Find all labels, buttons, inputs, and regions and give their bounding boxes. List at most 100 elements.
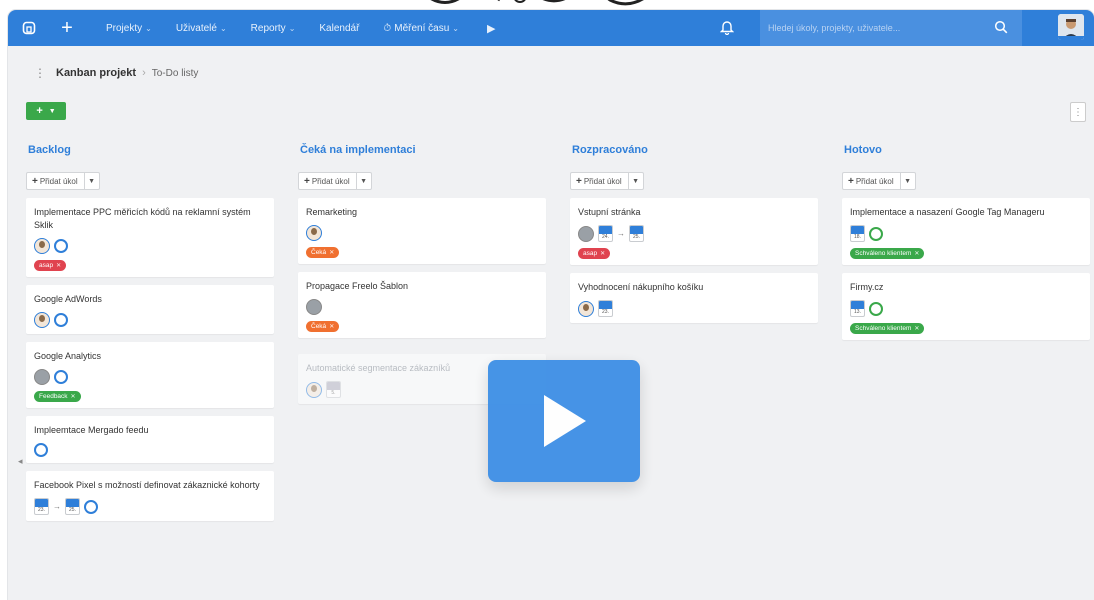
more-options-button[interactable]: ⋮	[1070, 102, 1086, 122]
close-icon[interactable]: ✕	[600, 250, 605, 257]
task-title: Implementace a nasazení Google Tag Manag…	[850, 207, 1045, 217]
caret-down-icon[interactable]: ▼	[357, 178, 371, 185]
task-card[interactable]: Firmy.cz 13. Schváleno klientem ✕	[842, 273, 1090, 341]
nav-kalendar[interactable]: Kalendář	[319, 23, 359, 34]
add-task-button[interactable]: + Přidat úkol ▼	[26, 172, 100, 190]
assignee-avatar	[306, 225, 322, 242]
due-date-icon: 13.	[850, 300, 865, 318]
app-window: + Projekty ⌄ Uživatelé ⌄ Reporty ⌄ Kalendář…	[8, 10, 1094, 600]
nav-reporty[interactable]: Reporty ⌄	[251, 23, 296, 34]
task-title: Vstupní stránka	[578, 207, 641, 217]
search-input[interactable]	[768, 23, 988, 33]
progress-ring-icon	[54, 370, 68, 385]
nav-uzivatele[interactable]: Uživatelé ⌄	[176, 23, 227, 34]
tag-label[interactable]: Schváleno klientem ✕	[850, 248, 925, 260]
chevron-down-icon: ⌄	[145, 23, 152, 33]
nav-projekty[interactable]: Projekty ⌄	[106, 23, 152, 34]
due-date-icon: 25.	[629, 225, 644, 243]
tag-label[interactable]: asap ✕	[578, 248, 611, 260]
breadcrumb-project[interactable]: Kanban projekt	[56, 67, 136, 79]
due-date-icon: 18.	[850, 225, 865, 243]
chevron-down-icon: ⌄	[288, 23, 296, 33]
tag-label[interactable]: Feedback ✕	[34, 391, 81, 403]
caret-down-icon[interactable]: ▼	[901, 178, 915, 185]
plus-icon: +	[32, 175, 38, 187]
due-date-icon: 25.	[65, 498, 80, 516]
assignee-avatar	[34, 238, 50, 255]
tag-label[interactable]: Schváleno klientem ✕	[850, 323, 925, 335]
add-list-button[interactable]: + ▼	[26, 102, 66, 120]
progress-ring-icon	[54, 239, 68, 254]
home-icon	[22, 21, 36, 35]
user-photo-icon	[1058, 14, 1084, 40]
tag-label[interactable]: Čeká ✕	[306, 321, 340, 333]
column-hotovo: Hotovo + Přidat úkol ▼ Implementace a nasa…	[842, 144, 1090, 341]
close-icon[interactable]: ✕	[56, 262, 61, 269]
assignee-avatar	[578, 300, 594, 317]
close-icon[interactable]: ✕	[71, 393, 76, 400]
progress-ring-icon	[84, 499, 98, 514]
breadcrumb-separator: ›	[142, 67, 146, 79]
assignee-avatar	[306, 299, 322, 316]
start-date-icon: 24.	[598, 225, 613, 243]
progress-ring-icon	[869, 301, 883, 316]
plus-icon: +	[304, 175, 310, 187]
kebab-icon[interactable]: ⋮	[34, 66, 46, 80]
add-task-button[interactable]: + Přidat úkol ▼	[570, 172, 644, 190]
close-icon[interactable]: ✕	[914, 250, 919, 257]
progress-ring-icon	[869, 226, 883, 241]
task-title: Vyhodnocení nákupního košíku	[578, 282, 704, 293]
task-card[interactable]: Google AdWords	[26, 285, 274, 335]
task-card[interactable]: Propagace Freelo Šablon Čeká ✕	[298, 272, 546, 339]
home-button[interactable]	[14, 10, 44, 46]
close-icon[interactable]: ✕	[329, 323, 334, 330]
scroll-left-icon[interactable]: ◂	[18, 456, 23, 467]
tag-label[interactable]: asap ✕	[34, 260, 67, 272]
breadcrumb-current: To-Do listy	[151, 67, 199, 79]
nav-mereni-casu[interactable]: ⏱ Měření času ⌄	[383, 23, 459, 34]
task-title: Remarketing	[306, 207, 358, 217]
tag-label[interactable]: Čeká ✕	[306, 247, 340, 259]
breadcrumb: ⋮ Kanban projekt › To-Do listy	[34, 66, 198, 80]
play-icon: ▶	[486, 22, 496, 35]
stopwatch-icon: ⏱	[383, 22, 392, 34]
create-button[interactable]: +	[52, 10, 82, 46]
assignee-avatar	[34, 369, 50, 386]
column-title: Backlog	[28, 144, 71, 156]
task-title: Google Analytics	[34, 351, 102, 362]
notifications-button[interactable]	[719, 19, 735, 38]
column-rozpracovano: Rozpracováno + Přidat úkol ▼ Vstupní strán…	[570, 144, 818, 324]
task-card[interactable]: Implementace PPC měřicích kódů na reklam…	[26, 198, 274, 278]
task-card[interactable]: Google Analytics Feedback ✕	[26, 342, 274, 409]
close-icon[interactable]: ✕	[329, 249, 334, 256]
task-card[interactable]: Facebook Pixel s možností definovat záka…	[26, 471, 274, 522]
timer-play-button[interactable]: ▶	[487, 22, 495, 35]
column-title: Hotovo	[844, 144, 882, 156]
chevron-down-icon: ⌄	[219, 23, 227, 33]
plus-icon: +	[36, 105, 43, 117]
chevron-down-icon: ⌄	[452, 23, 459, 33]
progress-ring-icon	[54, 313, 68, 328]
user-avatar[interactable]	[1058, 14, 1084, 40]
add-task-button[interactable]: + Přidat úkol ▼	[298, 172, 372, 190]
video-play-button[interactable]	[488, 360, 640, 482]
add-task-button[interactable]: + Přidat úkol ▼	[842, 172, 916, 190]
task-card[interactable]: Implementace a nasazení Google Tag Manag…	[842, 198, 1090, 266]
task-card[interactable]: Vstupní stránka 24. → 25. asap ✕	[570, 198, 818, 266]
task-title: Facebook Pixel s možností definovat záka…	[34, 480, 260, 491]
caret-down-icon: ▼	[48, 107, 56, 115]
plus-icon: +	[848, 175, 854, 187]
progress-ring-icon	[34, 443, 48, 458]
task-title: Firmy.cz	[850, 282, 884, 293]
due-date-icon: 5.	[326, 381, 341, 399]
caret-down-icon[interactable]: ▼	[629, 178, 643, 185]
close-icon[interactable]: ✕	[914, 325, 919, 332]
task-title: Google AdWords	[34, 294, 102, 305]
task-card[interactable]: Remarketing Čeká ✕	[298, 198, 546, 265]
task-card[interactable]: Impleemtace Mergado feedu	[26, 416, 274, 464]
caret-down-icon[interactable]: ▼	[85, 178, 99, 185]
search-icon[interactable]	[994, 20, 1008, 34]
column-title: Rozpracováno	[572, 144, 648, 156]
task-card[interactable]: Vyhodnocení nákupního košíku 23.	[570, 273, 818, 324]
play-icon	[544, 395, 586, 447]
